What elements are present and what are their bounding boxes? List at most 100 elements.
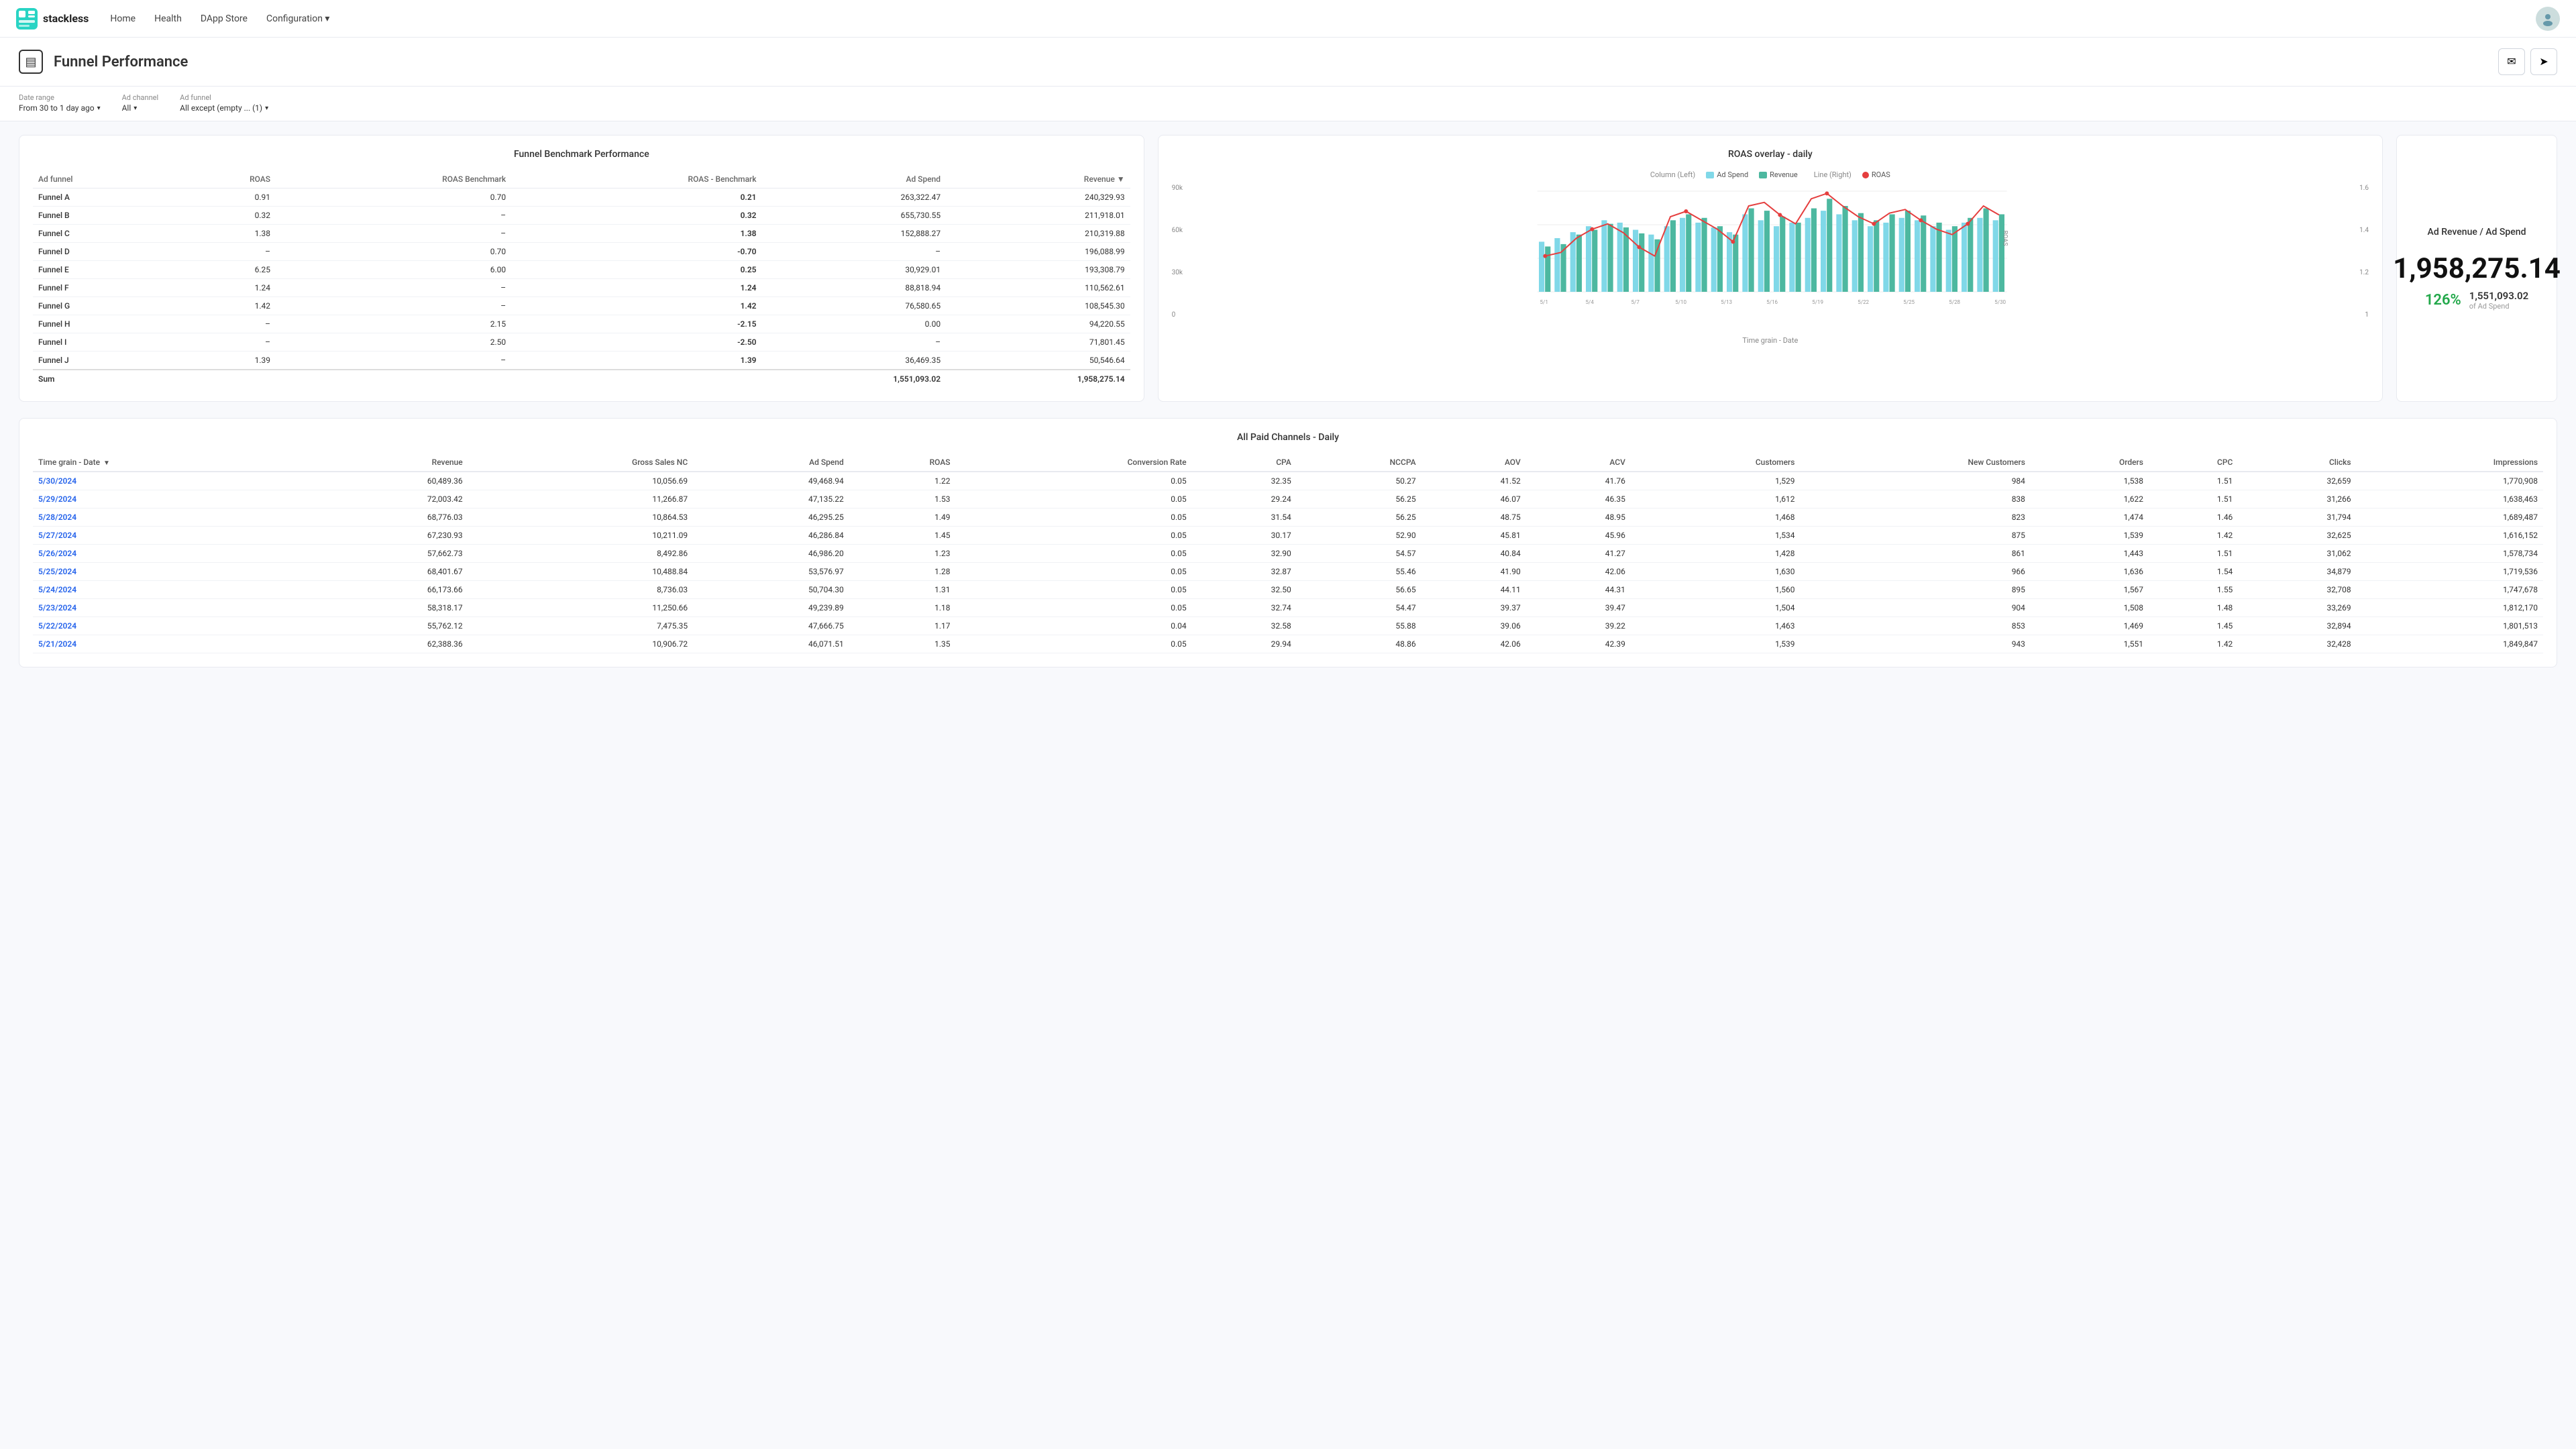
sum-ad-spend: 1,551,093.02	[762, 370, 947, 388]
ad-spend-legend-box	[1706, 172, 1714, 178]
avatar-icon	[2540, 11, 2555, 26]
chart-bar-ad-spend	[1789, 223, 1794, 292]
chart-roas-dot	[1637, 245, 1641, 249]
daily-date[interactable]: 5/21/2024	[33, 635, 312, 653]
chart-bar-ad-spend	[1898, 218, 1904, 292]
funnel-ad-spend: 30,929.01	[762, 261, 947, 279]
funnel-roas: 1.38	[176, 225, 276, 243]
nav-health[interactable]: Health	[154, 11, 182, 27]
brand-logo-link[interactable]: stackless	[16, 8, 89, 30]
funnel-table-row: Funnel A 0.91 0.70 0.21 263,322.47 240,3…	[33, 189, 1130, 207]
chart-bar-revenue	[1827, 199, 1832, 292]
nav-home[interactable]: Home	[110, 11, 136, 27]
nav-config[interactable]: Configuration ▾	[266, 11, 329, 27]
funnel-roas: –	[176, 333, 276, 352]
chart-bar-revenue	[1842, 206, 1847, 292]
kpi-sub: 126% 1,551,093.02 of Ad Spend	[2425, 290, 2528, 311]
funnel-name: Funnel I	[33, 333, 176, 352]
funnel-revenue: 210,319.88	[946, 225, 1130, 243]
funnel-name: Funnel H	[33, 315, 176, 333]
funnel-diff: 0.25	[511, 261, 761, 279]
daily-date[interactable]: 5/28/2024	[33, 508, 312, 527]
chart-bar-ad-spend	[1539, 241, 1544, 292]
daily-col-date[interactable]: Time grain - Date ▼	[33, 453, 312, 472]
legend-ad-spend-label: Ad Spend	[1717, 170, 1748, 179]
daily-col-acv: ACV	[1526, 453, 1631, 472]
funnel-diff: -2.15	[511, 315, 761, 333]
chart-roas-dot	[1825, 191, 1829, 195]
user-avatar[interactable]	[2536, 7, 2560, 31]
chart-bar-revenue	[1968, 218, 1973, 292]
chart-bar-ad-spend	[1633, 230, 1638, 292]
funnel-name: Funnel J	[33, 352, 176, 370]
daily-date[interactable]: 5/30/2024	[33, 472, 312, 490]
daily-date[interactable]: 5/22/2024	[33, 617, 312, 635]
daily-date[interactable]: 5/25/2024	[33, 563, 312, 581]
chart-x-date-label: 5/7	[1631, 299, 1640, 305]
kpi-big-number: 1,958,275.14	[2393, 255, 2561, 283]
funnel-benchmark-title: Funnel Benchmark Performance	[33, 149, 1130, 160]
legend-line-label: Line (Right)	[1814, 170, 1851, 179]
ad-channel-value[interactable]: All	[122, 103, 159, 113]
funnel-table-row: Funnel G 1.42 – 1.42 76,580.65 108,545.3…	[33, 297, 1130, 315]
chart-bar-revenue	[1936, 223, 1941, 292]
daily-date[interactable]: 5/27/2024	[33, 527, 312, 545]
chart-bar-revenue	[1686, 214, 1691, 292]
col-revenue[interactable]: Revenue ▼	[946, 170, 1130, 189]
chart-x-date-label: 5/16	[1766, 299, 1778, 305]
daily-date[interactable]: 5/23/2024	[33, 599, 312, 617]
chart-roas-dot	[1543, 254, 1547, 258]
chart-bar-ad-spend	[1836, 214, 1841, 292]
funnel-roas: 0.32	[176, 207, 276, 225]
kpi-pct: 126%	[2425, 292, 2461, 309]
chart-bar-ad-spend	[1868, 226, 1873, 292]
nav-dapp[interactable]: DApp Store	[201, 11, 248, 27]
page-header: ▤ Funnel Performance ✉ ➤	[0, 38, 2576, 87]
daily-date[interactable]: 5/24/2024	[33, 581, 312, 599]
kpi-panel: Ad Revenue / Ad Spend 1,958,275.14 126% …	[2396, 135, 2557, 402]
ad-funnel-value[interactable]: All except (empty ... (1)	[180, 103, 268, 113]
funnel-table-row: Funnel B 0.32 – 0.32 655,730.55 211,918.…	[33, 207, 1130, 225]
daily-table-row: 5/25/2024 68,401.67 10,488.84 53,576.97 …	[33, 563, 2543, 581]
daily-col-conv-rate: Conversion Rate	[956, 453, 1192, 472]
daily-col-cpa: CPA	[1192, 453, 1297, 472]
date-range-value[interactable]: From 30 to 1 day ago	[19, 103, 101, 113]
chart-bar-revenue	[1670, 220, 1675, 292]
chart-x-date-label: 5/30	[1994, 299, 2006, 305]
daily-table-scroll[interactable]: Time grain - Date ▼ Revenue Gross Sales …	[33, 453, 2543, 653]
chart-x-date-label: 5/25	[1903, 299, 1915, 305]
chart-bar-revenue	[1889, 214, 1894, 292]
funnel-benchmark: 2.15	[276, 315, 511, 333]
funnel-benchmark: –	[276, 207, 511, 225]
col-roas: ROAS	[176, 170, 276, 189]
chart-bar-revenue	[1874, 220, 1879, 292]
funnel-benchmark-panel: Funnel Benchmark Performance Ad funnel R…	[19, 135, 1144, 402]
page-header-icon: ▤	[19, 50, 43, 74]
funnel-ad-spend: 36,469.35	[762, 352, 947, 370]
daily-table-row: 5/21/2024 62,388.36 10,906.72 46,071.51 …	[33, 635, 2543, 653]
chart-bar-ad-spend	[1930, 226, 1935, 292]
ad-channel-filter: Ad channel All	[122, 93, 159, 113]
funnel-roas: –	[176, 243, 276, 261]
email-button[interactable]: ✉	[2498, 48, 2525, 75]
funnel-revenue: 110,562.61	[946, 279, 1130, 297]
chart-bar-revenue	[1607, 224, 1613, 292]
col-ad-spend: Ad Spend	[762, 170, 947, 189]
brand-logo-icon	[16, 8, 38, 30]
chart-roas-dot	[1590, 227, 1594, 231]
send-button[interactable]: ➤	[2530, 48, 2557, 75]
sum-label: Sum	[33, 370, 176, 388]
funnel-diff: -2.50	[511, 333, 761, 352]
roas-legend-dot	[1862, 172, 1869, 178]
legend-revenue: Revenue	[1759, 170, 1798, 179]
roas-chart-title: ROAS overlay - daily	[1172, 149, 2369, 160]
funnel-diff: -0.70	[511, 243, 761, 261]
sum-revenue: 1,958,275.14	[946, 370, 1130, 388]
funnel-table-row: Funnel F 1.24 – 1.24 88,818.94 110,562.6…	[33, 279, 1130, 297]
daily-date[interactable]: 5/26/2024	[33, 545, 312, 563]
daily-date[interactable]: 5/29/2024	[33, 490, 312, 508]
funnel-ad-spend: 263,322.47	[762, 189, 947, 207]
chart-bar-revenue	[1998, 214, 2004, 292]
funnel-roas: 1.42	[176, 297, 276, 315]
chart-roas-dot	[1872, 222, 1876, 226]
